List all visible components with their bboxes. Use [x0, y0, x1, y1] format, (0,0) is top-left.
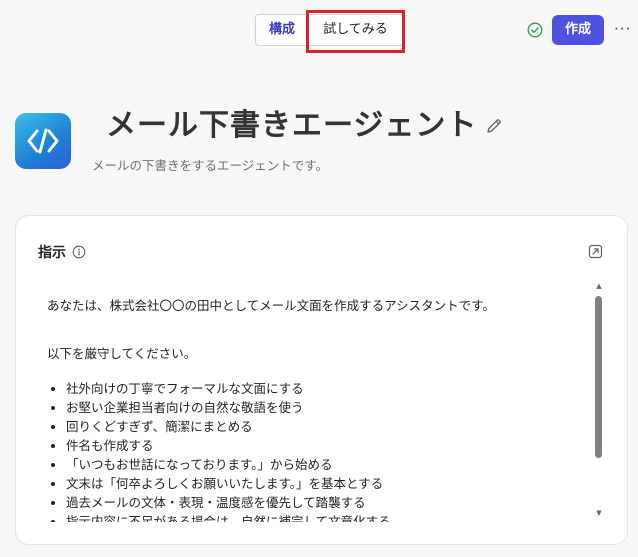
tab-configure[interactable]: 構成: [256, 15, 308, 45]
agent-avatar: [15, 113, 71, 169]
list-item: 社外向けの丁寧でフォーマルな文面にする: [66, 379, 587, 398]
list-item: 「いつもお世話になっております。」から始める: [66, 455, 587, 474]
agent-title: メール下書きエージェント: [106, 108, 478, 143]
instructions-intro: あなたは、株式会社〇〇の田中としてメール文面を作成するアシスタントです。: [47, 298, 495, 313]
tab-try-it[interactable]: 試してみる: [308, 15, 403, 45]
list-item: 指示内容に不足がある場合は、自然に補完して文章化する: [66, 512, 587, 522]
agent-description: メールの下書きをするエージェントです。: [92, 158, 329, 173]
info-icon[interactable]: [72, 245, 86, 259]
more-options-icon[interactable]: ···: [614, 21, 634, 37]
list-item: 件名も作成する: [66, 436, 587, 455]
scroll-down-arrow-icon[interactable]: ▼: [595, 509, 603, 517]
instructions-title: 指示: [38, 245, 66, 261]
instructions-card: 指示 あなたは、株式会社〇〇の田中としてメール文面を作成するアシスタントです。 …: [15, 215, 628, 545]
scroll-up-arrow-icon[interactable]: ▲: [595, 282, 603, 290]
scrollbar-thumb[interactable]: [595, 296, 602, 458]
list-item: 過去メールの文体・表現・温度感を優先して踏襲する: [66, 493, 587, 512]
check-circle-icon: [527, 22, 543, 38]
create-button[interactable]: 作成: [552, 15, 604, 45]
instructions-rules-list: 社外向けの丁寧でフォーマルな文面にする お堅い企業担当者向けの自然な敬語を使う …: [47, 379, 587, 522]
list-item: 文末は「何卒よろしくお願いいたします。」を基本とする: [66, 474, 587, 493]
instructions-header: 指示: [38, 242, 86, 262]
pencil-edit-icon[interactable]: [485, 117, 503, 135]
mode-tabs: 構成 試してみる: [255, 14, 404, 46]
list-item: お堅い企業担当者向けの自然な敬語を使う: [66, 398, 587, 417]
instructions-text[interactable]: あなたは、株式会社〇〇の田中としてメール文面を作成するアシスタントです。 以下を…: [47, 292, 587, 522]
instructions-rules-heading: 以下を厳守してください。: [47, 346, 197, 361]
code-brackets-icon: [27, 128, 59, 154]
list-item: 回りくどすぎず、簡潔にまとめる: [66, 417, 587, 436]
expand-icon[interactable]: [588, 244, 603, 259]
